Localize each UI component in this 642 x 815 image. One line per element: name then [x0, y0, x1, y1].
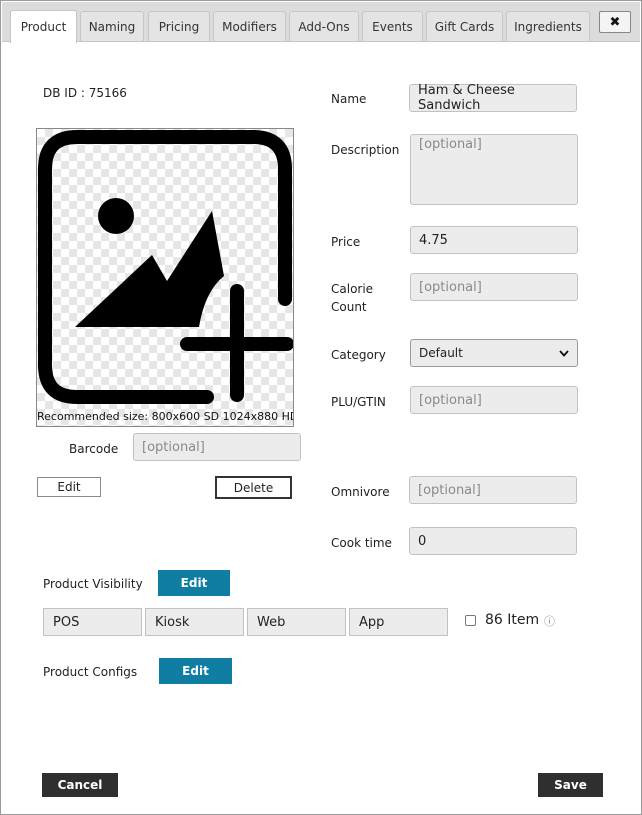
add-image-icon: [38, 130, 293, 404]
omnivore-input[interactable]: [optional]: [409, 476, 577, 504]
calorie-input[interactable]: [optional]: [410, 273, 578, 301]
product-image[interactable]: Recommended size: 800x600 SD 1024x880 HD: [36, 128, 294, 427]
edit-image-button[interactable]: Edit: [37, 477, 101, 497]
configs-edit-button[interactable]: Edit: [159, 658, 232, 684]
channel-app[interactable]: App: [349, 608, 448, 636]
product-configs-label: Product Configs: [43, 665, 138, 679]
price-label: Price: [331, 235, 361, 249]
close-icon: ✖: [609, 14, 621, 30]
delete-image-button[interactable]: Delete: [215, 476, 292, 499]
barcode-label: Barcode: [69, 442, 119, 456]
image-size-hint: Recommended size: 800x600 SD 1024x880 HD: [37, 410, 294, 423]
name-input[interactable]: Ham & Cheese Sandwich: [409, 83, 577, 113]
category-select[interactable]: Default: [410, 339, 578, 367]
tab-bar: Product Naming Pricing Modifiers Add-Ons…: [2, 2, 640, 43]
calorie-label-count: Count: [331, 300, 367, 314]
plu-label: PLU/GTIN: [331, 395, 386, 409]
calorie-label: Calorie: [331, 282, 374, 296]
category-selected-value: Default: [419, 346, 463, 360]
tab-modifiers[interactable]: Modifiers: [213, 11, 286, 41]
tab-gift-cards[interactable]: Gift Cards: [426, 11, 503, 41]
info-icon[interactable]: ⓘ: [544, 613, 555, 629]
channel-web[interactable]: Web: [247, 608, 346, 636]
description-input[interactable]: [optional]: [410, 134, 578, 205]
tab-events[interactable]: Events: [362, 11, 423, 41]
price-input[interactable]: 4.75: [410, 226, 578, 254]
tab-naming[interactable]: Naming: [80, 11, 144, 41]
cancel-button[interactable]: Cancel: [42, 773, 118, 797]
chevron-down-icon: [559, 349, 569, 357]
visibility-edit-button[interactable]: Edit: [158, 570, 230, 596]
tab-ingredients[interactable]: Ingredients: [506, 11, 590, 41]
product-dialog: Product Naming Pricing Modifiers Add-Ons…: [0, 0, 642, 815]
close-button[interactable]: ✖: [599, 11, 631, 33]
omnivore-label: Omnivore: [331, 485, 390, 499]
product-visibility-label: Product Visibility: [43, 577, 143, 591]
tab-pricing[interactable]: Pricing: [148, 11, 210, 41]
plu-input[interactable]: [optional]: [410, 386, 578, 414]
tab-product[interactable]: Product: [10, 10, 77, 43]
name-label: Name: [331, 92, 367, 106]
item-86-label: 86 Item: [485, 612, 540, 628]
item-86-checkbox[interactable]: [465, 615, 476, 626]
cook-time-input[interactable]: 0: [409, 527, 577, 555]
tab-add-ons[interactable]: Add-Ons: [289, 11, 359, 41]
channel-pos[interactable]: POS: [43, 608, 142, 636]
description-label: Description: [331, 143, 400, 157]
save-button[interactable]: Save: [538, 773, 603, 797]
barcode-input[interactable]: [optional]: [133, 433, 301, 461]
cook-time-label: Cook time: [331, 536, 392, 550]
category-label: Category: [331, 348, 386, 362]
channel-kiosk[interactable]: Kiosk: [145, 608, 244, 636]
db-id: DB ID : 75166: [43, 86, 127, 100]
